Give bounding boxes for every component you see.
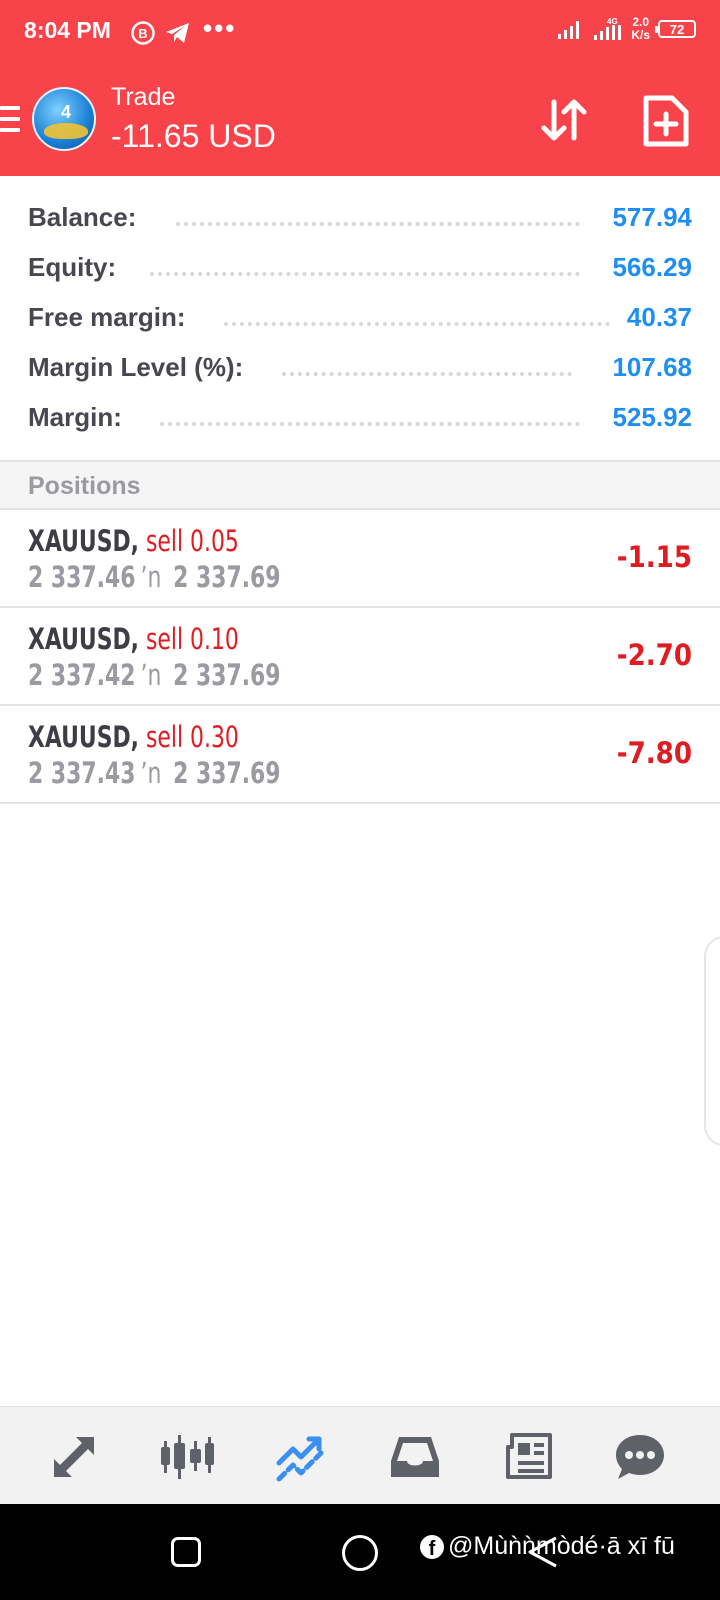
open-price: 2 337.46 <box>28 560 136 594</box>
total-profit: -11.65 USD <box>111 118 276 154</box>
net-speed: 2.0 K/s <box>631 16 650 42</box>
top-bar: 8:04 PM B ••• 4G 2.0 K/s 72 4 Trade -11.… <box>0 0 720 176</box>
balance-label: Balance: <box>28 202 143 233</box>
battery-icon: 72 <box>655 20 696 38</box>
recent-apps-button[interactable] <box>171 1537 201 1567</box>
current-price: 2 337.69 <box>173 756 281 790</box>
nav-chart[interactable] <box>160 1429 216 1485</box>
business-chat-icon: B <box>131 21 155 45</box>
position-type: sell 0.10 <box>145 622 239 656</box>
signal-icon <box>558 21 580 39</box>
position-profit: -1.15 <box>616 540 692 574</box>
equity-value: 566.29 <box>612 252 692 282</box>
balance-row: Balance: 577.94 <box>0 194 720 244</box>
new-order-icon[interactable] <box>642 94 690 148</box>
positions-list: XAUUSD, sell 0.05 2 337.46 ʼn 2 337.69 -1.… <box>0 510 720 804</box>
status-time: 8:04 PM <box>24 17 111 43</box>
margin-level-label: Margin Level (%): <box>28 352 250 383</box>
menu-icon[interactable] <box>0 106 20 132</box>
page-title: Trade <box>111 83 176 111</box>
price-arrow-icon: ʼn <box>140 560 162 594</box>
margin-row: Margin: 525.92 <box>0 394 720 444</box>
nav-quotes[interactable] <box>46 1429 102 1485</box>
home-button[interactable] <box>342 1535 378 1571</box>
nav-chat[interactable] <box>612 1429 668 1485</box>
status-bar: 8:04 PM B ••• 4G 2.0 K/s 72 <box>0 0 720 66</box>
price-arrow-icon: ʼn <box>140 658 162 692</box>
position-row[interactable]: XAUUSD, sell 0.05 2 337.46 ʼn 2 337.69 -1.… <box>0 510 720 608</box>
watermark-text: @Mùǹǹmòdé·ā xī fū <box>448 1532 675 1560</box>
bottom-nav <box>0 1406 720 1504</box>
trade-icon <box>276 1436 324 1482</box>
free-margin-value: 40.37 <box>626 302 692 332</box>
svg-text:4G: 4G <box>607 17 618 26</box>
watermark: f @Mùǹǹmòdé·ā xī fū <box>420 1532 675 1561</box>
equity-row: Equity: 566.29 <box>0 244 720 294</box>
margin-label: Margin: <box>28 402 128 433</box>
position-profit: -2.70 <box>616 638 692 672</box>
position-row[interactable]: XAUUSD, sell 0.10 2 337.42 ʼn 2 337.69 -2.… <box>0 608 720 706</box>
price-arrow-icon: ʼn <box>140 756 162 790</box>
position-symbol: XAUUSD, <box>28 720 140 754</box>
history-icon <box>391 1437 439 1477</box>
account-summary: Balance: 577.94 Equity: 566.29 Free marg… <box>0 194 720 444</box>
positions-title: Positions <box>28 472 141 500</box>
positions-header: Positions <box>0 460 720 510</box>
notification-icons: B <box>130 20 192 46</box>
position-symbol: XAUUSD, <box>28 622 140 656</box>
margin-level-value: 107.68 <box>612 352 692 382</box>
free-margin-row: Free margin: 40.37 <box>0 294 720 344</box>
current-price: 2 337.69 <box>173 560 281 594</box>
more-notifications-icon: ••• <box>203 13 237 43</box>
svg-text:B: B <box>138 26 147 41</box>
nav-news[interactable] <box>500 1429 556 1485</box>
quotes-icon <box>54 1437 94 1477</box>
free-margin-label: Free margin: <box>28 302 192 333</box>
nav-history[interactable] <box>387 1429 443 1485</box>
margin-level-row: Margin Level (%): 107.68 <box>0 344 720 394</box>
open-price: 2 337.43 <box>28 756 136 790</box>
system-nav-bar: f @Mùǹǹmòdé·ā xī fū <box>0 1504 720 1600</box>
current-price: 2 337.69 <box>173 658 281 692</box>
balance-value: 577.94 <box>612 202 692 232</box>
open-price: 2 337.42 <box>28 658 136 692</box>
chat-icon <box>616 1435 664 1479</box>
position-type: sell 0.30 <box>145 720 239 754</box>
equity-label: Equity: <box>28 252 123 283</box>
signal-4g-icon: 4G <box>594 17 622 40</box>
margin-value: 525.92 <box>612 402 692 432</box>
metatrader-logo: 4 <box>32 87 96 151</box>
position-profit: -7.80 <box>616 736 692 770</box>
app-bar: 4 Trade -11.65 USD <box>0 78 720 174</box>
nav-trade[interactable] <box>274 1429 330 1485</box>
status-right: 4G 2.0 K/s 72 <box>557 16 696 42</box>
telegram-icon <box>166 23 189 43</box>
sort-icon[interactable] <box>538 94 590 146</box>
position-type: sell 0.05 <box>145 524 239 558</box>
news-icon <box>506 1433 552 1479</box>
position-row[interactable]: XAUUSD, sell 0.30 2 337.43 ʼn 2 337.69 -7.… <box>0 706 720 804</box>
side-panel-handle[interactable] <box>704 936 720 1146</box>
position-symbol: XAUUSD, <box>28 524 140 558</box>
net-speed-unit: K/s <box>631 28 650 42</box>
facebook-icon: f <box>420 1534 444 1559</box>
chart-icon <box>161 1435 214 1479</box>
